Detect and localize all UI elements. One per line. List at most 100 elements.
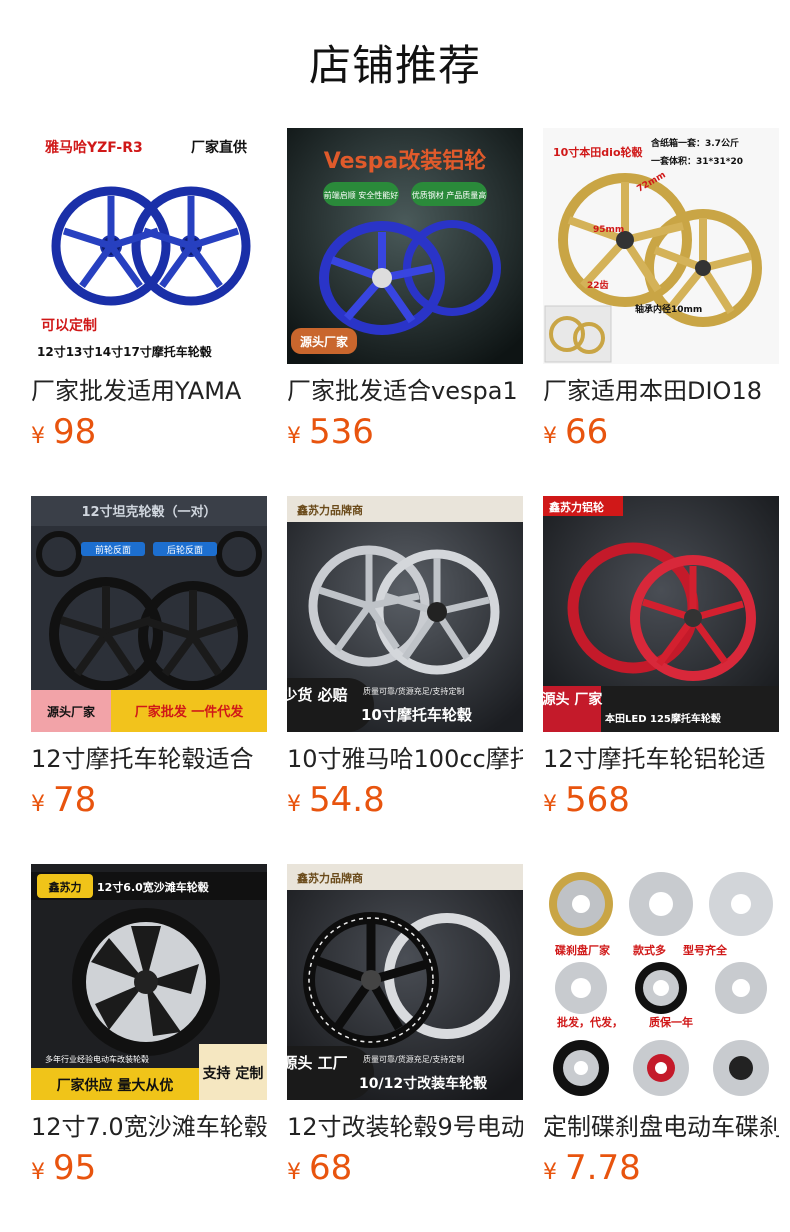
image-text: 10/12寸改装车轮毂 bbox=[359, 1075, 488, 1092]
currency-symbol: ¥ bbox=[287, 1160, 301, 1185]
image-text: 源头厂家 bbox=[47, 704, 96, 719]
image-text: 支持 定制 bbox=[202, 1065, 264, 1082]
product-price: ¥98 bbox=[31, 410, 267, 454]
page-title: 店铺推荐 bbox=[308, 41, 481, 90]
red-wheel-pair-image: 鑫苏力铝轮 源头 厂家 本田LED 125摩托车轮毂 bbox=[543, 496, 779, 732]
image-text: 鑫苏力 bbox=[48, 880, 82, 894]
image-text: 厂家批发 一件代发 bbox=[135, 704, 245, 720]
product-name[interactable]: 定制碟刹盘电动车碟刹 bbox=[543, 1110, 779, 1144]
brake-disc-grid-image: 碟刹盘厂家 款式多 型号齐全 批发，代发， 质保一年 bbox=[543, 864, 779, 1100]
product-price: ¥95 bbox=[31, 1146, 267, 1190]
image-text: 源头 厂家 bbox=[543, 691, 603, 708]
image-text: 质量可靠/货源充足/支持定制 bbox=[363, 1054, 464, 1064]
image-text: 鑫苏力铝轮 bbox=[548, 500, 604, 514]
image-text: 前端启顺 安全性能好 bbox=[324, 190, 399, 200]
silver-wheel-pair-image: 鑫苏力品牌商 少货 必赔 质量可靠/货源充足/支持定制 10寸摩托车轮毂 bbox=[287, 496, 523, 732]
product-card[interactable]: 鑫苏力 12寸6.0宽沙滩车轮毂 多年行业经验电动车改装轮毂 厂家供应 量大从优… bbox=[31, 864, 267, 1232]
image-text: 22齿 bbox=[587, 279, 609, 291]
image-text: 优质钢材 产品质量高 bbox=[412, 190, 487, 200]
product-image[interactable]: 鑫苏力品牌商 少货 必赔 质量可靠/货源充足/支持定制 10寸摩托车轮毂 bbox=[287, 496, 523, 732]
price-value: 66 bbox=[565, 412, 609, 452]
product-image[interactable]: 12寸坦克轮毂（一对） 前轮反面 后轮反面 源头厂家 厂家批发 一件代发 bbox=[31, 496, 267, 732]
image-text: 12寸6.0宽沙滩车轮毂 bbox=[97, 880, 210, 894]
image-text: 12寸坦克轮毂（一对） bbox=[81, 504, 216, 520]
product-card[interactable]: 雅马哈YZF-R3 厂家直供 可以定制 12寸13寸14寸17寸摩托车轮毂 厂家… bbox=[31, 128, 267, 496]
image-text: 多年行业经验电动车改装轮毂 bbox=[45, 1054, 149, 1064]
image-text: 源头 工厂 bbox=[287, 1054, 348, 1072]
image-text: 款式多 bbox=[633, 943, 666, 957]
vespa-blue-wheel-image: Vespa改装铝轮 前端启顺 安全性能好 优质钢材 产品质量高 源头厂家 bbox=[287, 128, 523, 364]
currency-symbol: ¥ bbox=[543, 1160, 557, 1185]
image-text: 含纸箱一套：3.7公斤 bbox=[650, 137, 739, 149]
product-name[interactable]: 厂家批发适合vespa1 bbox=[287, 374, 523, 408]
image-text: 一套体积：31*31*20 bbox=[651, 155, 743, 167]
product-price: ¥54.8 bbox=[287, 778, 523, 822]
product-price: ¥78 bbox=[31, 778, 267, 822]
image-text: 10寸摩托车轮毂 bbox=[361, 706, 472, 724]
image-text: 鑫苏力品牌商 bbox=[296, 871, 363, 885]
black-silver-wheel-image: 鑫苏力品牌商 源头 工厂 质量可靠/货源充足/支持定制 10/12寸改装车轮毂 bbox=[287, 864, 523, 1100]
price-value: 78 bbox=[53, 780, 97, 820]
price-value: 68 bbox=[309, 1148, 353, 1188]
image-text: 厂家直供 bbox=[191, 139, 247, 156]
price-value: 7.78 bbox=[565, 1148, 641, 1188]
image-text: 10寸本田dio轮毂 bbox=[553, 145, 644, 159]
product-card[interactable]: 碟刹盘厂家 款式多 型号齐全 批发，代发， 质保一年 定制碟刹盘电动车碟刹 ¥ … bbox=[543, 864, 779, 1232]
product-name[interactable]: 厂家适用本田DIO18 bbox=[543, 374, 779, 408]
product-name[interactable]: 12寸7.0宽沙滩车轮毂 bbox=[31, 1110, 267, 1144]
currency-symbol: ¥ bbox=[287, 792, 301, 817]
image-text: 本田LED 125摩托车轮毂 bbox=[605, 712, 721, 725]
black-tank-wheel-image: 12寸坦克轮毂（一对） 前轮反面 后轮反面 源头厂家 厂家批发 一件代发 bbox=[31, 496, 267, 732]
currency-symbol: ¥ bbox=[287, 424, 301, 449]
product-image[interactable]: 鑫苏力品牌商 源头 工厂 质量可靠/货源充足/支持定制 10/12寸改装车轮毂 bbox=[287, 864, 523, 1100]
product-card[interactable]: 鑫苏力品牌商 源头 工厂 质量可靠/货源充足/支持定制 10/12寸改装车轮毂 … bbox=[287, 864, 523, 1232]
product-price: ¥66 bbox=[543, 410, 779, 454]
image-text: 12寸13寸14寸17寸摩托车轮毂 bbox=[37, 344, 213, 359]
currency-symbol: ¥ bbox=[543, 792, 557, 817]
product-name[interactable]: 12寸摩托车轮铝轮适 bbox=[543, 742, 779, 776]
currency-symbol: ¥ bbox=[31, 792, 45, 817]
image-text: 可以定制 bbox=[41, 317, 97, 334]
atv-wheel-image: 鑫苏力 12寸6.0宽沙滩车轮毂 多年行业经验电动车改装轮毂 厂家供应 量大从优… bbox=[31, 864, 267, 1100]
price-value: 95 bbox=[53, 1148, 97, 1188]
currency-symbol: ¥ bbox=[31, 1160, 45, 1185]
product-card[interactable]: 10寸本田dio轮毂 含纸箱一套：3.7公斤 一套体积：31*31*20 72m… bbox=[543, 128, 779, 496]
product-price: ¥68 bbox=[287, 1146, 523, 1190]
product-name[interactable]: 12寸改装轮毂9号电动 bbox=[287, 1110, 523, 1144]
product-card[interactable]: 鑫苏力品牌商 少货 必赔 质量可靠/货源充足/支持定制 10寸摩托车轮毂 10寸… bbox=[287, 496, 523, 864]
product-name[interactable]: 10寸雅马哈100cc摩托 bbox=[287, 742, 523, 776]
image-text: 少货 必赔 bbox=[287, 686, 348, 704]
image-text: 厂家供应 量大从优 bbox=[57, 1077, 174, 1094]
price-value: 98 bbox=[53, 412, 97, 452]
blue-wheel-pair-image: 雅马哈YZF-R3 厂家直供 可以定制 12寸13寸14寸17寸摩托车轮毂 bbox=[31, 128, 267, 364]
product-image[interactable]: 10寸本田dio轮毂 含纸箱一套：3.7公斤 一套体积：31*31*20 72m… bbox=[543, 128, 779, 364]
currency-symbol: ¥ bbox=[31, 424, 45, 449]
image-text: 后轮反面 bbox=[167, 544, 203, 556]
product-grid: 雅马哈YZF-R3 厂家直供 可以定制 12寸13寸14寸17寸摩托车轮毂 厂家… bbox=[31, 128, 779, 1232]
product-image[interactable]: 鑫苏力 12寸6.0宽沙滩车轮毂 多年行业经验电动车改装轮毂 厂家供应 量大从优… bbox=[31, 864, 267, 1100]
product-name[interactable]: 12寸摩托车轮毂适合 bbox=[31, 742, 267, 776]
product-image[interactable]: 鑫苏力铝轮 源头 厂家 本田LED 125摩托车轮毂 bbox=[543, 496, 779, 732]
currency-symbol: ¥ bbox=[543, 424, 557, 449]
image-text: 前轮反面 bbox=[95, 544, 131, 556]
image-text: 型号齐全 bbox=[683, 943, 728, 957]
price-value: 536 bbox=[309, 412, 374, 452]
product-image[interactable]: Vespa改装铝轮 前端启顺 安全性能好 优质钢材 产品质量高 源头厂家 bbox=[287, 128, 523, 364]
product-card[interactable]: Vespa改装铝轮 前端启顺 安全性能好 优质钢材 产品质量高 源头厂家 厂家批… bbox=[287, 128, 523, 496]
image-text: Vespa改装铝轮 bbox=[324, 148, 486, 174]
product-card[interactable]: 鑫苏力铝轮 源头 厂家 本田LED 125摩托车轮毂 12寸摩托车轮铝轮适 ¥5… bbox=[543, 496, 779, 864]
image-text: 雅马哈YZF-R3 bbox=[45, 139, 143, 156]
image-text: 鑫苏力品牌商 bbox=[296, 503, 363, 517]
price-value: 54.8 bbox=[309, 780, 385, 820]
product-price: ¥536 bbox=[287, 410, 523, 454]
product-image[interactable]: 雅马哈YZF-R3 厂家直供 可以定制 12寸13寸14寸17寸摩托车轮毂 bbox=[31, 128, 267, 364]
image-text: 质量可靠/货源充足/支持定制 bbox=[363, 686, 464, 696]
product-card[interactable]: 12寸坦克轮毂（一对） 前轮反面 后轮反面 源头厂家 厂家批发 一件代发 12寸… bbox=[31, 496, 267, 864]
product-name[interactable]: 厂家批发适用YAMA bbox=[31, 374, 267, 408]
price-value: 568 bbox=[565, 780, 630, 820]
image-text: 95mm bbox=[593, 225, 624, 235]
gold-wheel-pair-image: 10寸本田dio轮毂 含纸箱一套：3.7公斤 一套体积：31*31*20 72m… bbox=[543, 128, 779, 364]
product-image[interactable]: 碟刹盘厂家 款式多 型号齐全 批发，代发， 质保一年 bbox=[543, 864, 779, 1100]
image-text: 轴承内径10mm bbox=[635, 303, 702, 315]
shop-recommend-page: 店铺推荐 雅马哈YZF-R3 厂家直供 可以定制 12寸13寸14寸17寸摩托车… bbox=[0, 0, 790, 1232]
